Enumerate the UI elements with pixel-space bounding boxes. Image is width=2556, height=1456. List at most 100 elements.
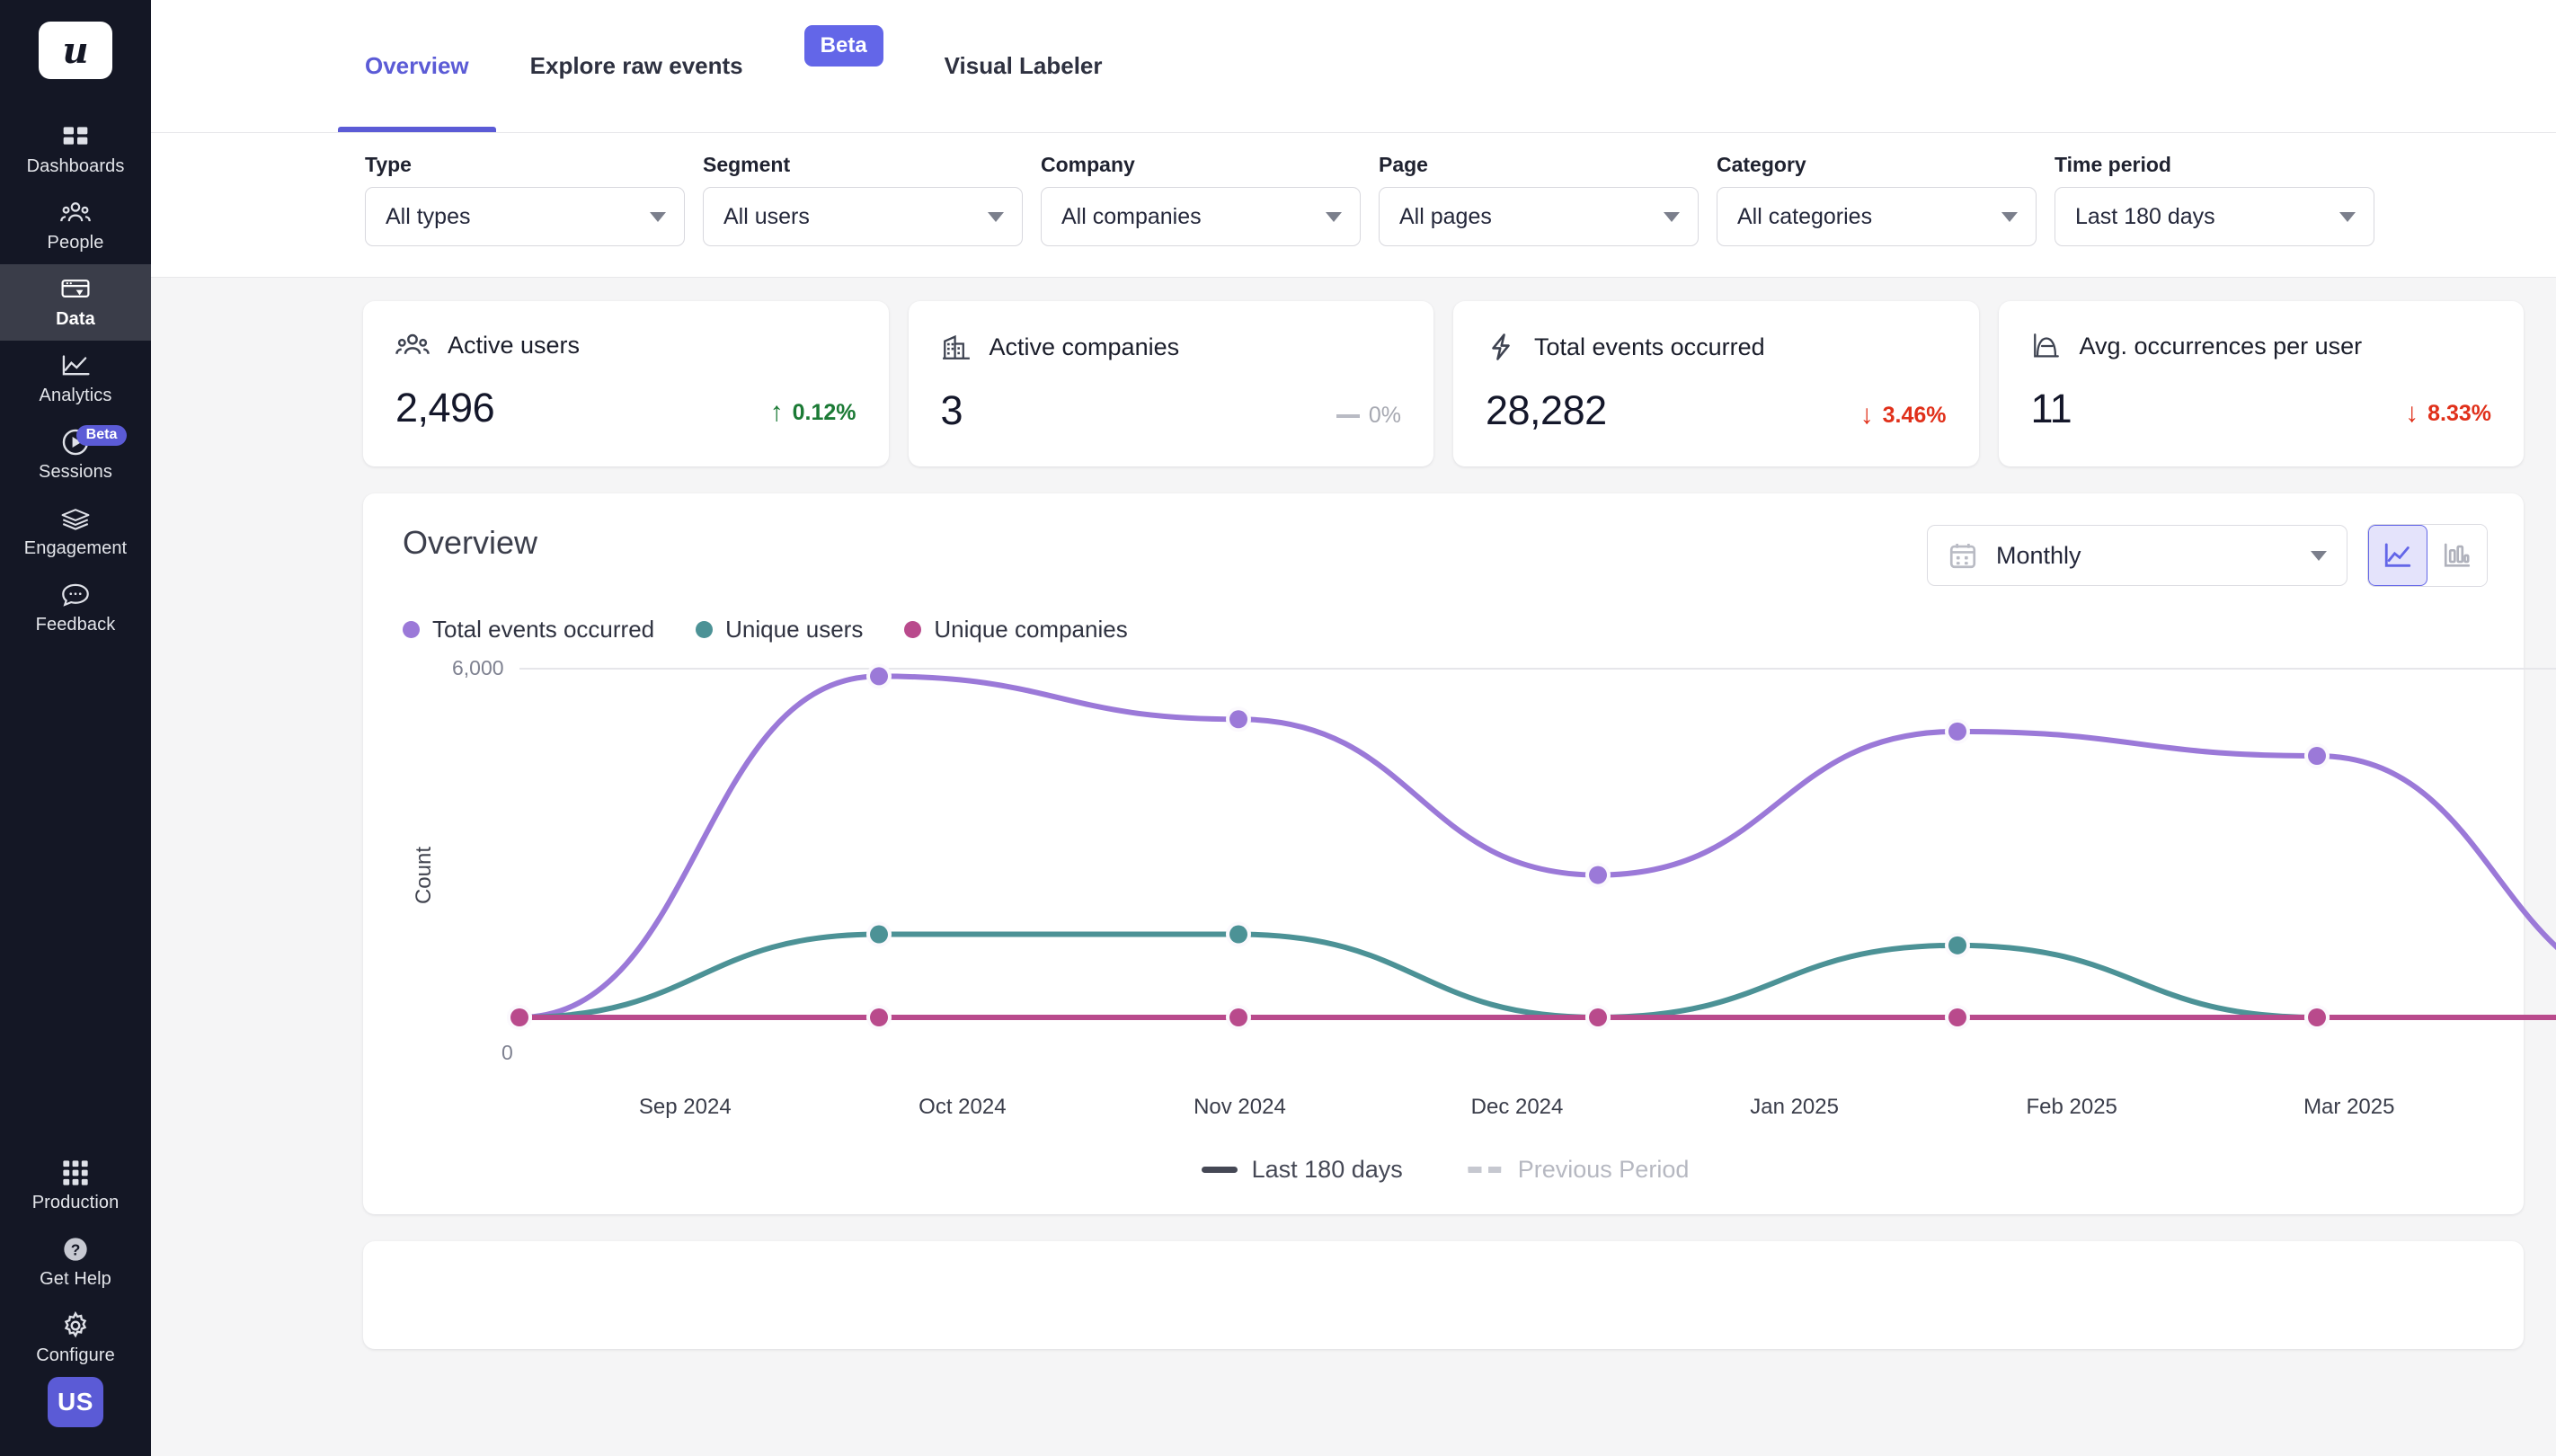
svg-text:?: ? xyxy=(71,1241,81,1259)
x-label: Nov 2024 xyxy=(1194,1095,1286,1119)
line-chart-svg[interactable] xyxy=(501,649,2556,1071)
play-circle-icon: Beta xyxy=(60,425,128,457)
chevron-down-icon xyxy=(2001,211,2018,222)
sidebar-item-configure[interactable]: Configure xyxy=(0,1301,151,1377)
legend-dot xyxy=(403,621,420,638)
filter-segment: Segment All users xyxy=(703,153,1023,246)
legend-item-unique-companies[interactable]: Unique companies xyxy=(904,616,1128,644)
bar-chart-icon[interactable] xyxy=(2427,525,2487,586)
kpi-card-active-companies: Active companies 3 0% xyxy=(908,301,1433,466)
chevron-down-icon xyxy=(988,211,1004,222)
kpi-cards: Active users 2,496 ↑ 0.12% Active compan… xyxy=(363,301,2524,466)
logo-glyph: u xyxy=(62,29,89,72)
kpi-card-total-events: Total events occurred 28,282 ↓ 3.46% xyxy=(1453,301,1979,466)
tab-explore-raw-events[interactable]: Explore raw events xyxy=(530,0,743,132)
layers-icon xyxy=(60,503,91,534)
kpi-delta-value: 0% xyxy=(1368,403,1401,428)
app-logo[interactable]: u xyxy=(39,22,112,79)
chevron-down-icon xyxy=(2339,211,2356,222)
panel-title: Overview xyxy=(403,524,538,561)
tab-label: Explore raw events xyxy=(529,52,743,79)
explore-beta-badge[interactable]: Beta xyxy=(803,24,883,67)
sidebar-item-label: Data xyxy=(56,309,95,329)
select-value: All categories xyxy=(1737,203,1873,229)
kpi-delta: ↓ 8.33% xyxy=(2405,400,2491,432)
granularity-select[interactable]: Monthly xyxy=(1927,525,2347,586)
kpi-value: 3 xyxy=(940,387,963,433)
x-label: Jan 2025 xyxy=(1750,1095,1839,1119)
line-chart-icon[interactable] xyxy=(2368,525,2427,586)
sidebar-item-analytics[interactable]: Analytics xyxy=(0,341,151,417)
sidebar-item-get-help[interactable]: ? Get Help xyxy=(0,1224,151,1301)
data-window-icon xyxy=(60,274,91,305)
kpi-body: 3 0% xyxy=(941,387,1402,434)
top-tab-bar: Overview Explore raw events Beta Visual … xyxy=(151,0,2556,133)
legend-item-total-events[interactable]: Total events occurred xyxy=(403,616,654,644)
building-icon xyxy=(941,332,972,362)
legend-item-unique-users[interactable]: Unique users xyxy=(696,616,863,644)
calendar-icon xyxy=(1948,540,1978,571)
tab-overview[interactable]: Overview xyxy=(338,0,496,132)
tab-label: Visual Labeler xyxy=(944,52,1103,79)
filter-label: Page xyxy=(1379,153,1428,176)
sidebar-item-production[interactable]: Production xyxy=(0,1148,151,1224)
kpi-value: 28,282 xyxy=(1486,387,1607,433)
category-select[interactable]: All categories xyxy=(1717,187,2037,246)
period-legend-label: Previous Period xyxy=(1517,1156,1690,1183)
sidebar-item-data[interactable]: Data xyxy=(0,264,151,341)
period-legend-previous[interactable]: Previous Period xyxy=(1465,1156,1690,1184)
sidebar: u Dashboards People Data Analytics Beta … xyxy=(0,0,151,1456)
filter-label: Type xyxy=(365,153,412,176)
tab-visual-labeler[interactable]: Visual Labeler xyxy=(945,0,1103,132)
gear-icon xyxy=(61,1310,90,1341)
sidebar-item-label: Production xyxy=(31,1193,120,1212)
period-legend-current[interactable]: Last 180 days xyxy=(1201,1156,1403,1184)
sidebar-item-label: Get Help xyxy=(40,1269,111,1289)
people-icon xyxy=(395,333,430,360)
sidebar-item-people[interactable]: People xyxy=(0,188,151,264)
kpi-body: 11 ↓ 8.33% xyxy=(2031,386,2492,432)
period-legend: Last 180 days Previous Period xyxy=(403,1156,2488,1184)
filter-page: Page All pages xyxy=(1379,153,1699,246)
kpi-card-avg-occurrences: Avg. occurrences per user 11 ↓ 8.33% xyxy=(1998,301,2524,466)
sidebar-item-engagement[interactable]: Engagement xyxy=(0,493,151,570)
filter-time-period: Time period Last 180 days xyxy=(2055,153,2374,246)
kpi-header: Total events occurred xyxy=(1486,332,1947,362)
question-circle-icon: ? xyxy=(61,1234,90,1265)
kpi-value: 11 xyxy=(2030,386,2072,431)
sidebar-item-label: Dashboards xyxy=(26,156,125,176)
kpi-header: Avg. occurrences per user xyxy=(2031,332,2492,360)
kpi-body: 2,496 ↑ 0.12% xyxy=(395,385,856,431)
dashed-line-icon xyxy=(1465,1167,1504,1173)
tab-label: Overview xyxy=(365,52,469,79)
kpi-delta-value: 0.12% xyxy=(792,399,856,425)
sidebar-item-label: People xyxy=(47,233,104,253)
time-period-select[interactable]: Last 180 days xyxy=(2055,187,2374,246)
arrow-up-icon: ↑ xyxy=(769,397,784,427)
x-label: Feb 2025 xyxy=(2026,1095,2117,1119)
y-tick-max: 6,000 xyxy=(452,656,504,679)
sidebar-item-feedback[interactable]: Feedback xyxy=(0,570,151,646)
filter-label: Company xyxy=(1041,153,1135,176)
company-select[interactable]: All companies xyxy=(1041,187,1361,246)
kpi-header: Active users xyxy=(395,332,856,360)
filter-type: Type All types xyxy=(365,153,685,246)
tabs: Overview Explore raw events Beta Visual … xyxy=(338,0,1164,132)
sidebar-item-sessions[interactable]: Beta Sessions xyxy=(0,417,151,493)
kpi-delta: 0% xyxy=(1336,403,1401,434)
filter-label: Segment xyxy=(703,153,791,176)
y-axis-title: Count xyxy=(412,846,437,905)
select-value: All companies xyxy=(1061,203,1202,229)
arrow-down-icon: ↓ xyxy=(1859,400,1874,430)
user-avatar[interactable]: US xyxy=(48,1377,103,1427)
segment-select[interactable]: All users xyxy=(703,187,1023,246)
sidebar-item-dashboards[interactable]: Dashboards xyxy=(0,111,151,188)
page-select[interactable]: All pages xyxy=(1379,187,1699,246)
type-select[interactable]: All types xyxy=(365,187,685,246)
filter-company: Company All companies xyxy=(1041,153,1361,246)
x-label: Oct 2024 xyxy=(919,1095,1007,1119)
x-label: Dec 2024 xyxy=(1470,1095,1564,1119)
sidebar-item-label: Engagement xyxy=(23,538,128,558)
filter-label: Category xyxy=(1717,153,1806,176)
chart-type-toggle xyxy=(2367,524,2488,587)
